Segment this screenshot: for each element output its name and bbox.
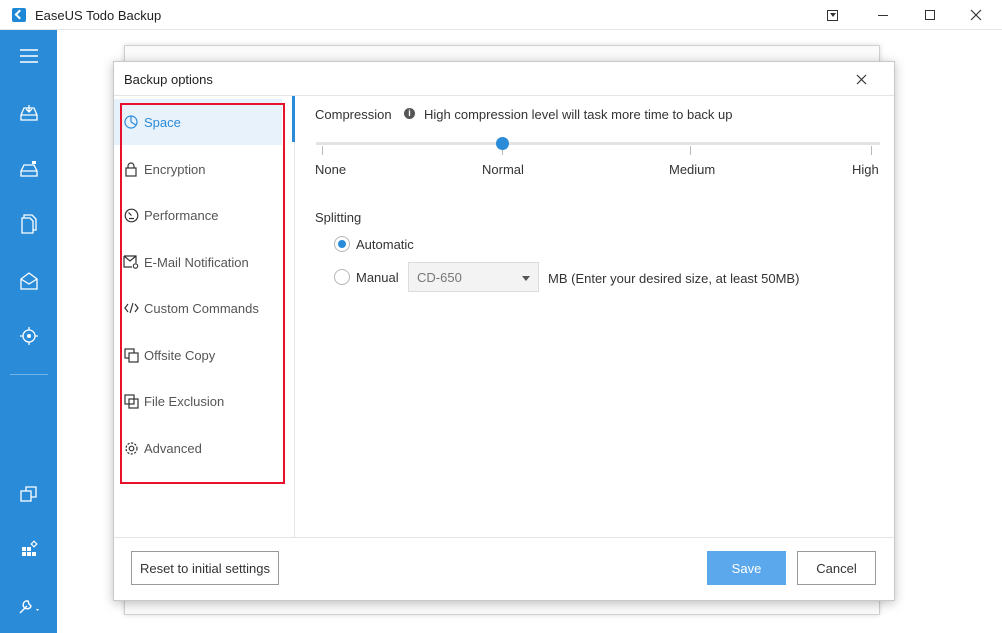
title-bar: EaseUS Todo Backup	[0, 0, 1002, 30]
dialog-title: Backup options	[124, 72, 213, 87]
clone-icon[interactable]	[16, 481, 42, 507]
chevron-down-icon	[522, 276, 530, 281]
level-normal: Normal	[482, 162, 524, 177]
sidebar	[0, 30, 57, 633]
compression-info-text: High compression level will task more ti…	[424, 107, 733, 122]
footer-divider	[114, 537, 894, 538]
manual-label[interactable]: Manual	[356, 270, 399, 285]
split-size-value: CD-650	[417, 270, 462, 285]
close-icon	[970, 9, 982, 21]
maximize-button[interactable]	[907, 0, 953, 30]
cancel-button[interactable]: Cancel	[797, 551, 876, 585]
slider-tick	[871, 146, 872, 155]
reset-button[interactable]: Reset to initial settings	[131, 551, 279, 585]
nav-active-indicator	[292, 96, 295, 142]
save-button[interactable]: Save	[707, 551, 786, 585]
window-title: EaseUS Todo Backup	[35, 8, 162, 23]
wrench-icon[interactable]	[16, 593, 42, 619]
slider-tick	[690, 146, 691, 155]
split-size-hint: MB (Enter your desired size, at least 50…	[548, 271, 800, 286]
system-backup-icon[interactable]	[16, 156, 42, 182]
slider-tick	[322, 146, 323, 155]
level-medium: Medium	[669, 162, 716, 177]
level-high: High	[852, 162, 879, 177]
automatic-radio[interactable]	[334, 236, 350, 252]
dialog-close-button[interactable]	[849, 68, 873, 90]
maximize-icon	[925, 10, 935, 20]
dropdown-box-icon	[826, 9, 838, 21]
sidebar-divider	[10, 374, 48, 375]
mail-backup-icon[interactable]	[16, 268, 42, 294]
tools-icon[interactable]	[16, 535, 42, 561]
smart-backup-icon[interactable]	[16, 323, 42, 349]
highlight-box	[120, 103, 285, 484]
minimize-button[interactable]	[860, 0, 906, 30]
file-backup-icon[interactable]	[16, 211, 42, 237]
splitting-label: Splitting	[315, 210, 362, 225]
feedback-button[interactable]	[809, 0, 855, 30]
close-icon	[856, 74, 866, 84]
manual-radio[interactable]	[334, 269, 350, 285]
info-icon: i	[404, 108, 415, 119]
split-size-select[interactable]: CD-650	[408, 262, 539, 292]
disk-backup-icon[interactable]	[16, 100, 42, 126]
compression-slider-track[interactable]	[316, 142, 880, 145]
menu-icon[interactable]	[16, 43, 42, 69]
app-logo-icon	[12, 8, 26, 22]
close-window-button[interactable]	[953, 0, 999, 30]
minimize-icon	[878, 14, 888, 16]
automatic-label[interactable]: Automatic	[356, 237, 414, 252]
compression-slider-thumb[interactable]	[496, 137, 509, 150]
compression-label: Compression	[315, 107, 392, 122]
backup-options-dialog: Backup options Space Encryption Performa…	[113, 61, 895, 601]
nav-divider	[294, 96, 295, 537]
level-none: None	[315, 162, 347, 177]
